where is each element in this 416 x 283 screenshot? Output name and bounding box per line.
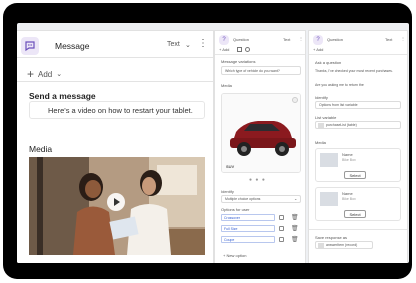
node-title: Message xyxy=(55,41,90,51)
message-icon xyxy=(21,37,39,55)
play-icon[interactable] xyxy=(107,193,125,211)
select-button[interactable]: Select xyxy=(344,210,366,218)
media-heading: Media xyxy=(29,144,53,154)
message-text-field[interactable]: Here's a video on how to restart your ta… xyxy=(29,101,205,119)
trash-icon[interactable]: 🗑 xyxy=(291,214,299,221)
settings-icon[interactable] xyxy=(245,47,250,52)
question-text-line: Are you asking me to return the xyxy=(315,83,364,87)
type-selector[interactable]: Text xyxy=(167,41,180,48)
identify-label: Identify xyxy=(221,189,234,194)
send-message-heading: Send a message xyxy=(29,91,96,101)
edit-icon[interactable] xyxy=(279,226,284,231)
question-node-vehicle[interactable]: ? Question Text ⋮ + Add Message variatio… xyxy=(215,31,305,263)
option-field[interactable]: Full Size xyxy=(221,225,275,232)
item-sub: Bike Box xyxy=(342,158,356,162)
new-option-button[interactable]: + New option xyxy=(223,253,246,258)
add-button[interactable]: + Add xyxy=(219,47,229,52)
options-label: Options for user xyxy=(221,207,250,212)
copy-icon[interactable] xyxy=(237,47,242,52)
plus-icon: + xyxy=(27,67,35,81)
node-title: Question xyxy=(327,37,344,42)
identify-label: Identify xyxy=(315,95,328,100)
question-icon: ? xyxy=(219,35,229,45)
divider xyxy=(309,229,407,230)
media-label: Media xyxy=(315,140,326,145)
table-icon xyxy=(318,123,324,128)
add-button[interactable]: + Add xyxy=(313,47,323,52)
item-name: Name xyxy=(342,191,353,196)
image-placeholder-icon xyxy=(320,192,338,206)
media-item[interactable]: Name Bike Box Select xyxy=(315,148,401,182)
more-options-icon[interactable]: ⋮ xyxy=(299,36,303,41)
identify-select[interactable]: Multiple choice options ⌄ xyxy=(221,195,301,203)
trash-icon[interactable]: 🗑 xyxy=(291,236,299,243)
message-variations-label: Message variations xyxy=(221,59,256,64)
media-label: Media xyxy=(221,83,232,88)
divider xyxy=(309,54,407,55)
divider xyxy=(215,54,305,55)
chevron-down-icon: ⌄ xyxy=(56,71,63,78)
save-response-variable[interactable]: answerItem (record) xyxy=(315,241,373,249)
type-selector[interactable]: Text xyxy=(283,37,290,42)
option-field[interactable]: Crossover xyxy=(221,214,275,221)
item-sub: Bike Box xyxy=(342,197,356,201)
save-response-label: Save response as xyxy=(315,235,348,240)
divider xyxy=(17,81,213,82)
question-node-return[interactable]: ? Question Text ⋮ + Add Ask a question T… xyxy=(309,31,407,263)
video-thumbnail[interactable] xyxy=(29,157,205,255)
type-selector[interactable]: Text xyxy=(385,37,392,42)
add-button[interactable]: + Add ⌄ xyxy=(27,67,62,81)
message-node[interactable]: Message Text ⌄ ⋮ + Add ⌄ Send a message … xyxy=(17,31,213,263)
media-item[interactable]: Name Bike Box Select xyxy=(315,187,401,221)
car-image-card[interactable]: SUV xyxy=(221,93,301,173)
select-button[interactable]: Select xyxy=(344,171,366,179)
chevron-down-icon: ⌄ xyxy=(294,196,298,201)
image-placeholder-icon xyxy=(320,153,338,167)
edit-icon[interactable] xyxy=(279,237,284,242)
identify-select[interactable]: Options from list variable xyxy=(315,101,401,109)
close-icon[interactable] xyxy=(292,97,298,103)
more-options-icon[interactable]: ⋮ xyxy=(198,38,208,49)
list-variable-select[interactable]: purchaseList (table) xyxy=(315,121,401,129)
item-name: Name xyxy=(342,152,353,157)
chevron-down-icon[interactable]: ⌄ xyxy=(185,41,191,49)
car-image xyxy=(222,94,300,172)
question-text-line: Thanks, I've checked your most recent pu… xyxy=(315,69,393,73)
message-text-field[interactable]: Which type of vehicle do you want? xyxy=(221,66,301,75)
edit-icon[interactable] xyxy=(279,215,284,220)
option-field[interactable]: Coupe xyxy=(221,236,275,243)
ask-question-label: Ask a question xyxy=(315,60,342,65)
variable-icon xyxy=(318,243,324,248)
add-label: Add xyxy=(38,69,53,79)
list-variable-label: List variable xyxy=(315,115,337,120)
question-icon: ? xyxy=(313,35,323,45)
canvas: Message Text ⌄ ⋮ + Add ⌄ Send a message … xyxy=(17,23,409,263)
device-frame: Message Text ⌄ ⋮ + Add ⌄ Send a message … xyxy=(3,3,412,279)
carousel-dots[interactable]: ● ● ● xyxy=(249,177,266,183)
node-title: Question xyxy=(233,37,250,42)
more-options-icon[interactable]: ⋮ xyxy=(401,36,405,41)
message-node-header: Message Text ⌄ ⋮ xyxy=(17,31,213,58)
car-caption: SUV xyxy=(226,164,235,169)
trash-icon[interactable]: 🗑 xyxy=(291,225,299,232)
